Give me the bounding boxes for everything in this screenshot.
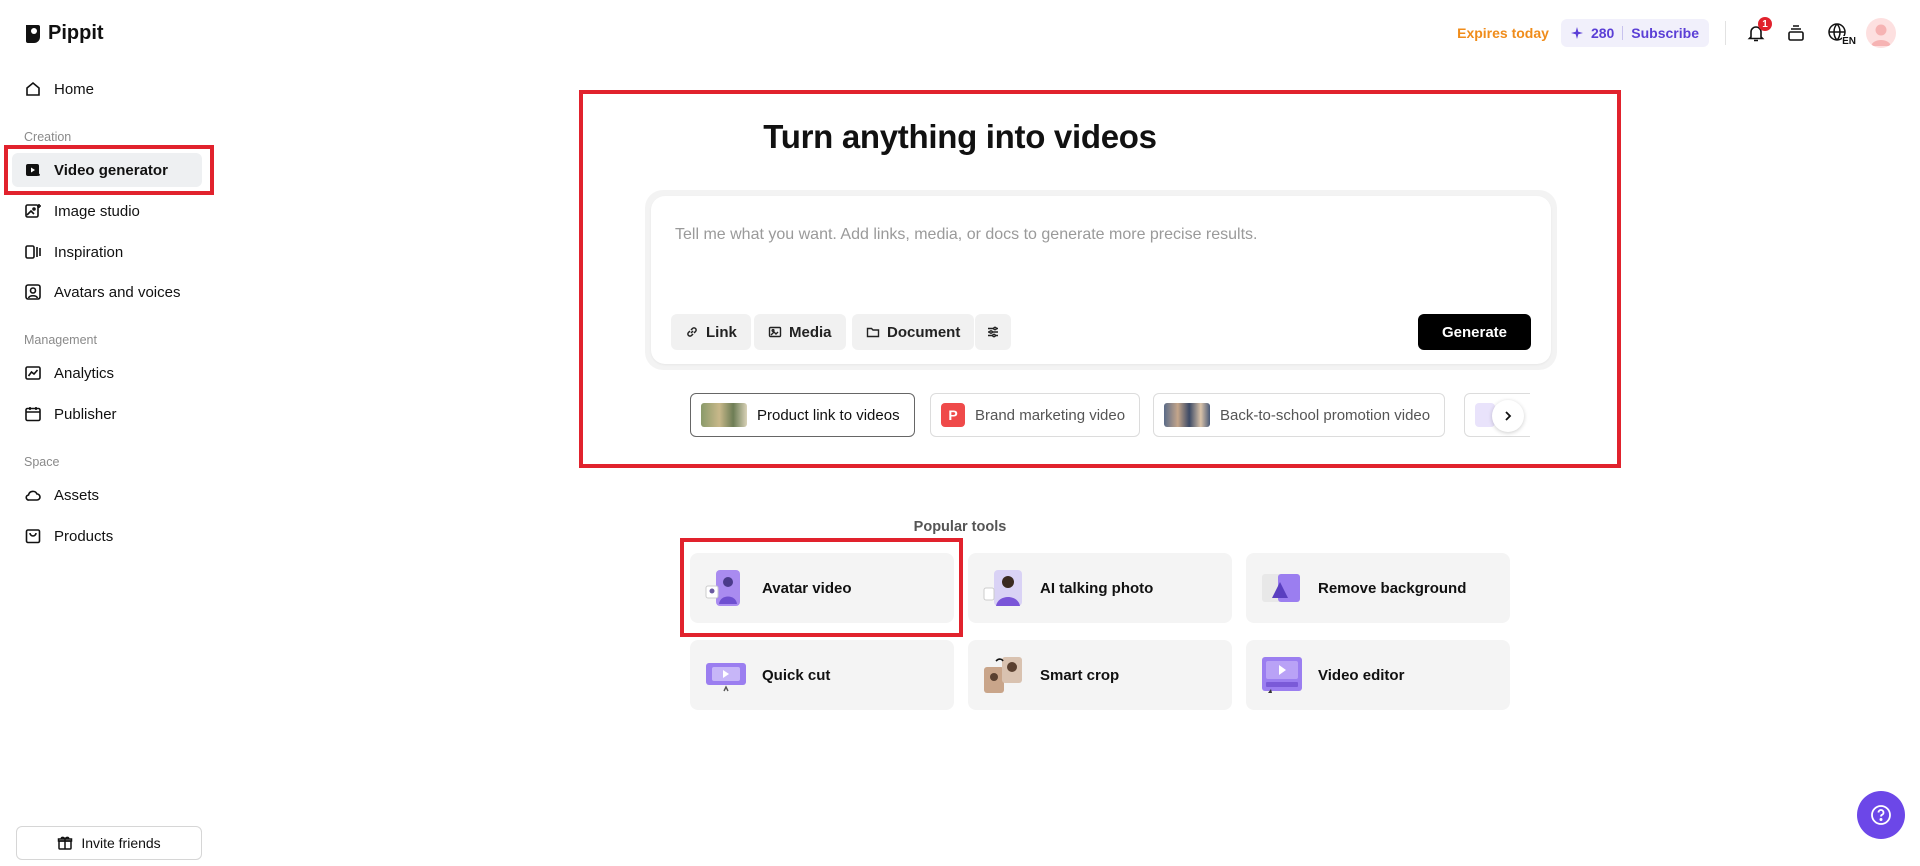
sidebar-item-label: Inspiration [54,243,124,261]
invite-friends-button[interactable]: Invite friends [16,826,202,860]
sidebar-item-publisher[interactable]: Publisher [24,397,117,431]
sidebar-item-label: Analytics [54,364,115,382]
tasks-button[interactable] [1782,19,1810,47]
user-avatar-icon [1871,24,1891,46]
tool-remove-background[interactable]: Remove background [1246,553,1510,623]
tool-label: Quick cut [762,666,831,684]
media-chip[interactable]: Media [754,314,846,350]
image-icon [768,326,782,338]
sidebar-item-label: Publisher [54,405,117,423]
sliders-icon [988,326,998,338]
app-name: Pippit [48,22,104,44]
templates-next-button[interactable] [1492,400,1524,432]
highlight-avatar-video [680,538,963,637]
template-p-icon: P [941,403,965,427]
notification-badge: 1 [1758,17,1772,31]
remove-background-icon [1262,574,1300,602]
subscribe-button[interactable]: Subscribe [1631,25,1699,41]
sidebar-item-image-studio[interactable]: Image studio [24,194,140,228]
language-code: EN [1842,36,1856,47]
chevron-right-icon [1505,411,1512,421]
section-management: Management [24,333,97,347]
invite-friends-label: Invite friends [81,835,161,851]
section-space: Space [24,455,60,469]
inspiration-icon [25,245,41,259]
settings-chip[interactable] [975,314,1011,350]
popular-tools-title: Popular tools [913,519,1007,535]
stack-icon [1788,25,1804,41]
tool-label: AI talking photo [1040,579,1154,597]
pippit-logo[interactable]: Pippit [24,22,104,45]
tool-label: Smart crop [1040,666,1120,684]
template-label: Brand marketing video [975,406,1126,424]
tool-ai-talking-photo[interactable]: AI talking photo [968,553,1232,623]
avatar-icon [25,284,41,300]
template-label: Product link to videos [757,406,900,424]
gift-icon [58,836,73,850]
chip-label: Media [789,323,832,341]
document-chip[interactable]: Document [852,314,975,350]
tool-label: Video editor [1318,666,1405,684]
template-brand-marketing[interactable]: P Brand marketing video [930,393,1141,437]
home-icon [26,81,40,96]
quick-cut-icon [706,663,746,692]
template-row: Product link to videos P Brand marketing… [690,393,1530,437]
cloud-icon [25,490,41,501]
calendar-icon [25,407,41,422]
credits-panel[interactable]: 280 Subscribe [1560,19,1709,47]
folder-icon [866,327,880,338]
template-back-to-school[interactable]: Back-to-school promotion video [1153,393,1446,437]
template-thumbnail [701,403,747,427]
chip-label: Link [706,323,737,341]
notifications-button[interactable]: 1 [1742,17,1772,47]
prompt-placeholder: Tell me what you want. Add links, media,… [675,226,1258,243]
pippit-logo-icon [26,24,40,43]
smart-crop-icon [984,657,1022,693]
user-avatar[interactable] [1866,18,1896,48]
talking-photo-icon [983,570,1022,606]
sidebar-item-label: Home [54,80,95,98]
link-chip[interactable]: Link [671,314,751,350]
template-label: Back-to-school promotion video [1220,406,1431,424]
topbar-divider [1725,21,1726,45]
tool-quick-cut[interactable]: Quick cut [690,640,954,710]
hero-title: Turn anything into videos [763,118,1157,155]
link-icon [687,327,697,337]
prompt-input[interactable]: Tell me what you want. Add links, media,… [651,196,1551,364]
generate-button[interactable]: Generate [1418,314,1531,350]
sidebar-item-assets[interactable]: Assets [24,478,99,512]
topbar: Expires today 280 Subscribe 1 EN [1457,17,1896,48]
sparkle-icon [1570,27,1583,39]
video-editor-icon [1262,657,1302,693]
sidebar-item-home[interactable]: Home [24,72,94,106]
sidebar-item-analytics[interactable]: Analytics [24,356,114,390]
credits-count: 280 [1590,25,1615,41]
language-button[interactable]: EN [1822,19,1856,47]
analytics-icon [25,366,41,380]
sidebar-item-inspiration[interactable]: Inspiration [24,235,123,269]
sidebar-item-label: Avatars and voices [54,283,181,301]
help-icon [1871,805,1891,825]
chip-label: Document [887,323,961,341]
sidebar-item-label: Image studio [54,202,140,220]
tool-label: Remove background [1318,579,1467,597]
credits-divider [1622,26,1624,40]
template-thumbnail [1164,403,1210,427]
sidebar-item-avatars-and-voices[interactable]: Avatars and voices [24,275,180,309]
expires-label[interactable]: Expires today [1457,25,1549,41]
tool-video-editor[interactable]: Video editor [1246,640,1510,710]
help-button[interactable] [1857,791,1905,839]
image-studio-icon [25,204,41,218]
sidebar-item-label: Assets [54,486,100,504]
tool-smart-crop[interactable]: Smart crop [968,640,1232,710]
prompt-card: Tell me what you want. Add links, media,… [645,190,1557,370]
template-product-link[interactable]: Product link to videos [690,393,915,437]
